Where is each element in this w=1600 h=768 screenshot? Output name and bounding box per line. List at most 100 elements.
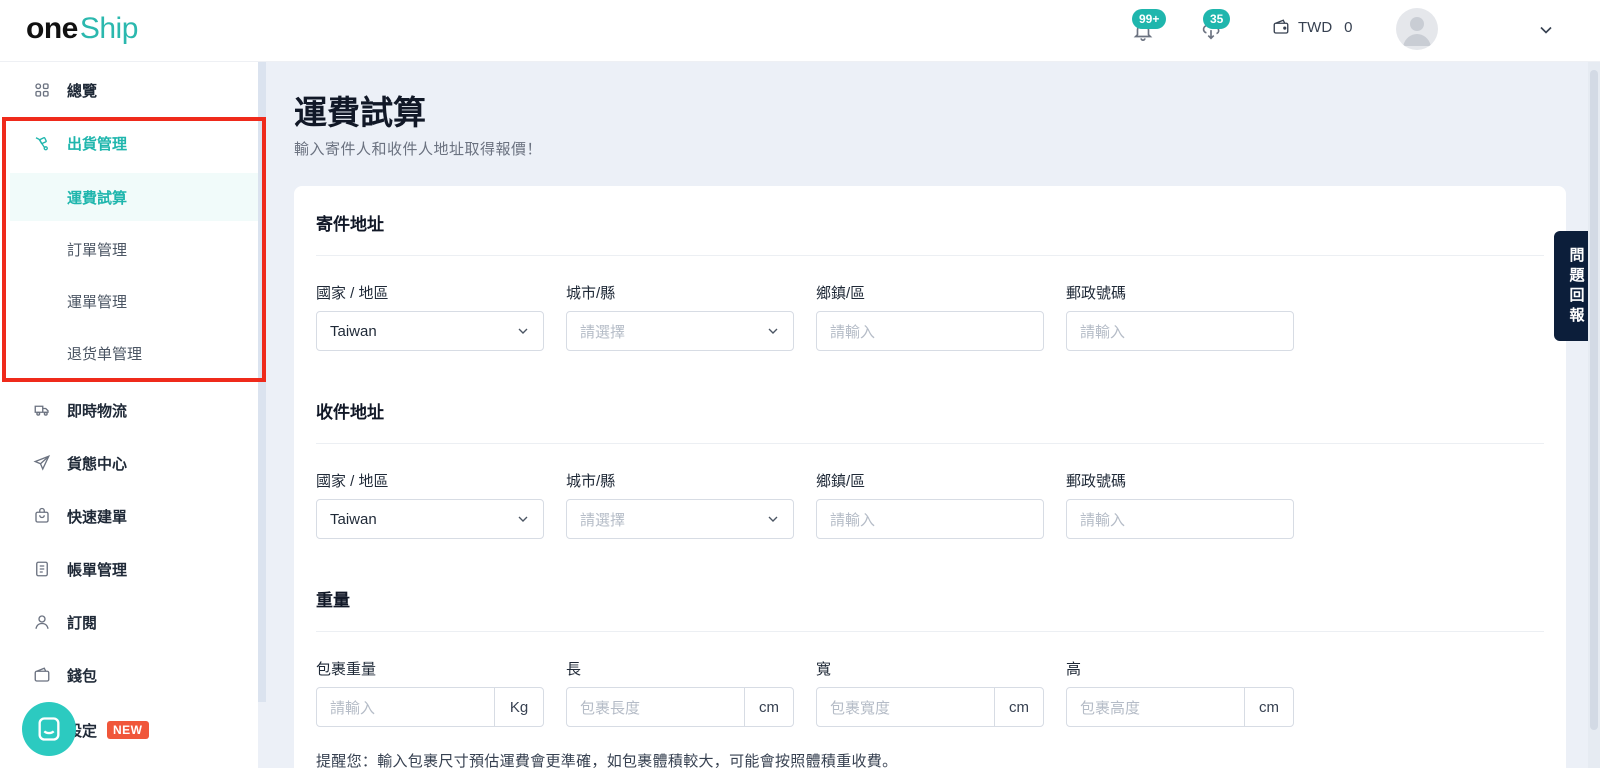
sender-city-label: 城市/縣 bbox=[566, 285, 616, 302]
grid-icon bbox=[33, 81, 51, 99]
divider bbox=[316, 631, 1544, 632]
chevron-down-icon bbox=[515, 323, 531, 339]
main-scrollbar[interactable] bbox=[1588, 62, 1600, 768]
sender-country-select[interactable]: Taiwan bbox=[316, 311, 544, 351]
sidebar-item-realtime-logistics[interactable]: 即時物流 bbox=[0, 384, 258, 436]
sidebar-item-billing[interactable]: 帳單管理 bbox=[0, 543, 258, 595]
feedback-char: 題 bbox=[1569, 267, 1585, 284]
avatar[interactable] bbox=[1396, 8, 1438, 50]
logo-one: one bbox=[26, 12, 78, 45]
length-placeholder: 包裹長度 bbox=[580, 699, 641, 717]
top-header: one Ship 99+ 35 TWD 0 bbox=[0, 0, 1600, 62]
feedback-char: 報 bbox=[1569, 307, 1585, 324]
sidebar-item-label: 訂閱 bbox=[67, 614, 98, 632]
chevron-down-icon[interactable] bbox=[1536, 20, 1556, 40]
sender-district-label: 鄉鎮/區 bbox=[816, 285, 866, 302]
width-label: 寬 bbox=[816, 661, 832, 678]
weight-placeholder: 請輸入 bbox=[330, 699, 376, 717]
height-placeholder: 包裹高度 bbox=[1080, 699, 1141, 717]
receiver-district-placeholder: 請輸入 bbox=[830, 511, 876, 529]
weight-label: 包裹重量 bbox=[316, 661, 377, 678]
truck-icon bbox=[33, 401, 51, 419]
receiver-district-label: 鄉鎮/區 bbox=[816, 473, 866, 490]
chat-icon bbox=[35, 715, 63, 743]
sidebar-item-quick-order[interactable]: 快速建單 bbox=[0, 490, 258, 542]
wallet-balance[interactable]: TWD 0 bbox=[1272, 18, 1353, 36]
sidebar-item-overview[interactable]: 總覽 bbox=[0, 64, 258, 116]
sender-district-placeholder: 請輸入 bbox=[830, 323, 876, 341]
feedback-char: 回 bbox=[1569, 287, 1585, 304]
wallet-icon bbox=[33, 666, 51, 684]
tasks-badge: 35 bbox=[1203, 9, 1231, 29]
sender-city-placeholder: 請選擇 bbox=[580, 323, 626, 341]
receiver-district-input[interactable]: 請輸入 bbox=[816, 499, 1044, 539]
scrollbar-thumb[interactable] bbox=[1590, 70, 1598, 730]
sidebar-item-tracking-center[interactable]: 貨態中心 bbox=[0, 437, 258, 489]
sender-zip-input[interactable]: 請輸入 bbox=[1066, 311, 1294, 351]
receiver-city-placeholder: 請選擇 bbox=[580, 511, 626, 529]
oneship-logo[interactable]: one Ship bbox=[26, 12, 138, 48]
sidebar-item-label: 即時物流 bbox=[67, 402, 128, 420]
chevron-down-icon bbox=[765, 511, 781, 527]
weight-input[interactable]: 請輸入 Kg bbox=[316, 687, 544, 727]
receiver-zip-placeholder: 請輸入 bbox=[1080, 511, 1126, 529]
bag-icon bbox=[33, 507, 51, 525]
currency-label: TWD bbox=[1298, 18, 1333, 36]
sidebar-item-shipping[interactable]: 出貨管理 bbox=[0, 117, 258, 169]
width-input[interactable]: 包裹寬度 cm bbox=[816, 687, 1044, 727]
length-unit: cm bbox=[759, 698, 779, 716]
sidebar-subitem-rate-calc[interactable]: 運費試算 bbox=[10, 173, 258, 221]
balance-value: 0 bbox=[1344, 18, 1353, 36]
receiver-city-label: 城市/縣 bbox=[566, 473, 616, 490]
weight-section-title: 重量 bbox=[316, 591, 350, 610]
feedback-char: 問 bbox=[1569, 247, 1585, 264]
sidebar-item-label: 快速建單 bbox=[67, 508, 128, 526]
logo-ship: Ship bbox=[79, 12, 139, 45]
chevron-down-icon bbox=[515, 511, 531, 527]
sidebar-scrollbar[interactable] bbox=[258, 62, 266, 702]
sidebar-subitem-returns[interactable]: 退货单管理 bbox=[10, 329, 258, 377]
height-input[interactable]: 包裹高度 cm bbox=[1066, 687, 1294, 727]
sender-city-select[interactable]: 請選擇 bbox=[566, 311, 794, 351]
receiver-zip-label: 郵政號碼 bbox=[1066, 473, 1127, 490]
sidebar-item-label: 貨態中心 bbox=[67, 455, 128, 473]
length-input[interactable]: 包裹長度 cm bbox=[566, 687, 794, 727]
notifications-badge: 99+ bbox=[1132, 9, 1167, 29]
sender-district-input[interactable]: 請輸入 bbox=[816, 311, 1044, 351]
new-badge: NEW bbox=[107, 721, 149, 739]
sender-zip-placeholder: 請輸入 bbox=[1080, 323, 1126, 341]
sidebar-item-subscription[interactable]: 訂閱 bbox=[0, 596, 258, 648]
sidebar-subitem-waybills[interactable]: 運單管理 bbox=[10, 277, 258, 325]
page-subtitle: 輸入寄件人和收件人地址取得報價！ bbox=[294, 141, 543, 158]
rate-calculator-card bbox=[294, 186, 1566, 768]
height-label: 高 bbox=[1066, 661, 1082, 678]
length-label: 長 bbox=[566, 661, 582, 678]
receiver-zip-input[interactable]: 請輸入 bbox=[1066, 499, 1294, 539]
receiver-section-title: 收件地址 bbox=[316, 403, 384, 422]
receiver-country-label: 國家 / 地區 bbox=[316, 473, 389, 490]
divider bbox=[316, 443, 1544, 444]
height-unit: cm bbox=[1259, 698, 1279, 716]
sidebar-item-label: 總覽 bbox=[67, 82, 98, 100]
wallet-icon bbox=[1272, 18, 1290, 36]
send-icon bbox=[33, 454, 51, 472]
bill-icon bbox=[33, 560, 51, 578]
receiver-country-value: Taiwan bbox=[330, 510, 377, 528]
sender-section-title: 寄件地址 bbox=[316, 215, 384, 234]
sidebar-item-wallet[interactable]: 錢包 bbox=[0, 649, 258, 701]
weight-unit: Kg bbox=[509, 698, 529, 716]
sender-country-value: Taiwan bbox=[330, 322, 377, 340]
sender-country-label: 國家 / 地區 bbox=[316, 285, 389, 302]
receiver-city-select[interactable]: 請選擇 bbox=[566, 499, 794, 539]
sidebar-subitem-orders[interactable]: 訂單管理 bbox=[10, 225, 258, 273]
dimension-note: 提醒您：輸入包裹尺寸預估運費會更準確，如包裹體積較大，可能會按照體積重收費。 bbox=[316, 753, 898, 768]
chat-launcher-button[interactable] bbox=[22, 702, 76, 756]
receiver-country-select[interactable]: Taiwan bbox=[316, 499, 544, 539]
sidebar-item-label: 帳單管理 bbox=[67, 561, 128, 579]
page-title: 運費試算 bbox=[294, 94, 426, 131]
shipping-icon bbox=[33, 134, 51, 152]
chevron-down-icon bbox=[765, 323, 781, 339]
user-icon bbox=[33, 613, 51, 631]
sidebar-item-label: 出貨管理 bbox=[67, 135, 128, 153]
width-unit: cm bbox=[1009, 698, 1029, 716]
